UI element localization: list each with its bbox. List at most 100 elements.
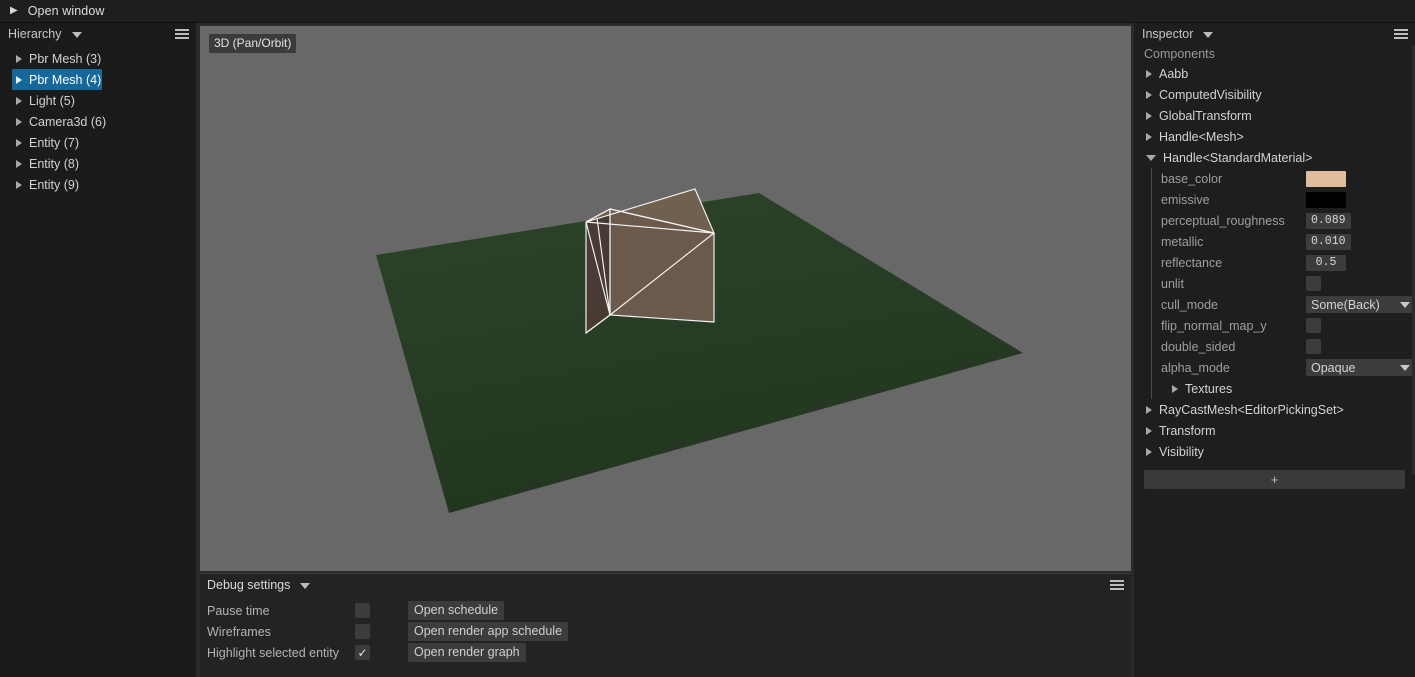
debug-settings-panel: Debug settings Pause time Open schedule … [200, 573, 1131, 677]
pause-time-checkbox[interactable] [355, 603, 370, 618]
property-label: metallic [1161, 234, 1204, 249]
chevron-right-icon[interactable] [16, 54, 22, 63]
chevron-right-icon[interactable] [1146, 426, 1152, 435]
chevron-right-icon[interactable] [16, 138, 22, 147]
open-schedule-cell: Open schedule [408, 601, 505, 620]
emissive-color-swatch[interactable] [1306, 191, 1346, 208]
hierarchy-item-3[interactable]: Camera3d (6) [0, 111, 196, 132]
property-perceptual-roughness: perceptual_roughness 0.089 [1157, 210, 1415, 231]
debug-row-pause-time: Pause time Open schedule [207, 600, 1131, 621]
debug-settings-header: Debug settings [200, 574, 1131, 596]
hierarchy-menu-icon[interactable] [175, 29, 189, 39]
component-label: RayCastMesh<EditorPickingSet> [1159, 402, 1344, 417]
chevron-right-icon[interactable] [16, 75, 22, 84]
chevron-right-icon[interactable] [1146, 90, 1152, 99]
highlight-selected-entity-checkbox[interactable]: ✓ [355, 645, 370, 660]
add-component-button[interactable]: + [1144, 470, 1405, 489]
component-aabb[interactable]: Aabb [1134, 63, 1415, 84]
open-render-app-schedule-button[interactable]: Open render app schedule [408, 622, 569, 641]
component-computed-visibility[interactable]: ComputedVisibility [1134, 84, 1415, 105]
hierarchy-item-1[interactable]: Pbr Mesh (4) [12, 69, 102, 90]
play-triangle-icon[interactable]: ▶ [10, 6, 18, 16]
chevron-down-icon[interactable] [1203, 31, 1214, 38]
double-sided-checkbox[interactable] [1306, 339, 1321, 354]
chevron-down-icon[interactable] [1146, 155, 1156, 161]
property-double-sided: double_sided [1157, 336, 1415, 357]
hierarchy-item-label: Entity (8) [29, 156, 80, 171]
hierarchy-item-0[interactable]: Pbr Mesh (3) [0, 48, 196, 69]
chevron-down-icon[interactable] [300, 582, 311, 589]
viewport-mode-badge[interactable]: 3D (Pan/Orbit) [209, 34, 297, 53]
component-label: Handle<StandardMaterial> [1163, 150, 1313, 165]
property-base-color: base_color [1157, 168, 1415, 189]
hierarchy-item-5[interactable]: Entity (8) [0, 153, 196, 174]
wireframes-checkbox[interactable] [355, 624, 370, 639]
component-label: Transform [1159, 423, 1216, 438]
open-window-menu-item[interactable]: Open window [28, 4, 105, 18]
open-render-app-schedule-cell: Open render app schedule [408, 622, 569, 641]
chevron-right-icon[interactable] [16, 117, 22, 126]
chevron-down-icon[interactable] [71, 31, 82, 38]
debug-settings-rows: Pause time Open schedule Wireframes Open… [200, 596, 1131, 663]
chevron-right-icon[interactable] [1146, 69, 1152, 78]
component-label: Handle<Mesh> [1159, 129, 1244, 144]
component-visibility[interactable]: Visibility [1134, 441, 1415, 462]
component-handle-standard-material[interactable]: Handle<StandardMaterial> [1134, 147, 1415, 168]
chevron-right-icon[interactable] [16, 180, 22, 189]
reflectance-field[interactable]: 0.5 [1306, 254, 1346, 271]
chevron-right-icon[interactable] [1146, 111, 1152, 120]
debug-row-label: Wireframes [207, 624, 271, 639]
viewport-3d[interactable]: 3D (Pan/Orbit) [200, 26, 1131, 571]
hierarchy-item-label: Pbr Mesh (3) [29, 51, 102, 66]
debug-menu-icon[interactable] [1110, 580, 1124, 590]
chevron-down-icon [1400, 364, 1410, 371]
property-label: reflectance [1161, 255, 1223, 270]
open-render-graph-cell: Open render graph [408, 643, 526, 662]
open-schedule-button[interactable]: Open schedule [408, 601, 505, 620]
center-pane: 3D (Pan/Orbit) Debug settings Pause time… [196, 23, 1133, 677]
property-label: base_color [1161, 171, 1223, 186]
perceptual-roughness-field[interactable]: 0.089 [1306, 212, 1351, 229]
hierarchy-item-4[interactable]: Entity (7) [0, 132, 196, 153]
chevron-right-icon[interactable] [1172, 384, 1178, 393]
hierarchy-item-label: Entity (9) [29, 177, 80, 192]
metallic-field[interactable]: 0.010 [1306, 233, 1351, 250]
debug-row-label: Highlight selected entity [207, 645, 340, 660]
chevron-right-icon[interactable] [1146, 447, 1152, 456]
property-label: perceptual_roughness [1161, 213, 1285, 228]
hierarchy-panel: Hierarchy Pbr Mesh (3) Pbr Mesh (4) Ligh… [0, 23, 196, 677]
debug-row-highlight-selected-entity: Highlight selected entity ✓ Open render … [207, 642, 1131, 663]
inspector-menu-icon[interactable] [1394, 29, 1408, 39]
property-label: flip_normal_map_y [1161, 318, 1267, 333]
component-raycast-mesh[interactable]: RayCastMesh<EditorPickingSet> [1134, 399, 1415, 420]
editor-window: ▶ Open window Hierarchy Pbr Mesh (3) Pbr… [0, 0, 1415, 677]
component-transform[interactable]: Transform [1134, 420, 1415, 441]
alpha-mode-select[interactable]: Opaque [1306, 359, 1415, 376]
hierarchy-item-2[interactable]: Light (5) [0, 90, 196, 111]
property-label: double_sided [1161, 339, 1236, 354]
top-menu-bar: ▶ Open window [0, 0, 1415, 23]
debug-row-label: Pause time [207, 603, 270, 618]
hierarchy-header: Hierarchy [0, 23, 196, 45]
chevron-right-icon[interactable] [16, 96, 22, 105]
chevron-right-icon[interactable] [1146, 132, 1152, 141]
hierarchy-title: Hierarchy [8, 27, 62, 41]
unlit-checkbox[interactable] [1306, 276, 1321, 291]
property-flip-normal-map-y: flip_normal_map_y [1157, 315, 1415, 336]
flip-normal-map-y-checkbox[interactable] [1306, 318, 1321, 333]
chevron-down-icon [1400, 301, 1410, 308]
base-color-swatch[interactable] [1306, 170, 1346, 187]
hierarchy-item-label: Pbr Mesh (4) [29, 72, 102, 87]
open-render-graph-button[interactable]: Open render graph [408, 643, 526, 662]
component-label: Aabb [1159, 66, 1189, 81]
property-label: emissive [1161, 192, 1210, 207]
hierarchy-item-6[interactable]: Entity (9) [0, 174, 196, 195]
chevron-right-icon[interactable] [16, 159, 22, 168]
component-handle-mesh[interactable]: Handle<Mesh> [1134, 126, 1415, 147]
components-section-label: Components [1144, 47, 1215, 61]
cull-mode-select[interactable]: Some(Back) [1306, 296, 1415, 313]
component-global-transform[interactable]: GlobalTransform [1134, 105, 1415, 126]
textures-subsection[interactable]: Textures [1157, 378, 1415, 399]
chevron-right-icon[interactable] [1146, 405, 1152, 414]
hierarchy-tree: Pbr Mesh (3) Pbr Mesh (4) Light (5) Came… [0, 45, 196, 195]
